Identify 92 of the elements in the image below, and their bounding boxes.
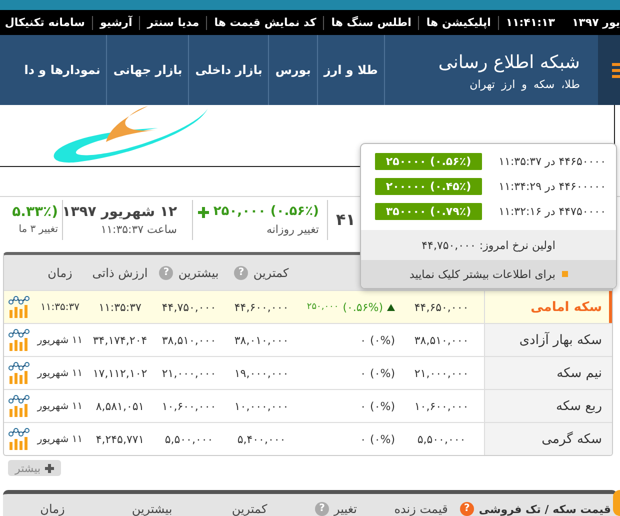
coin-name[interactable]: ربع سکه	[484, 390, 612, 422]
chart-icon	[8, 362, 30, 384]
coin-name[interactable]: سکه بهار آزادی	[484, 324, 612, 356]
top-link[interactable]: اطلس سنگ ها	[324, 16, 420, 30]
change-percent: (۰%)	[370, 366, 395, 380]
time-cell-text: ۱۱:۳۵:۳۷	[40, 300, 80, 314]
price-history-text: ۴۴۶۰۰۰۰۰ در ۱۱:۳۴:۲۹	[498, 180, 606, 193]
change-percent: (۰%)	[370, 400, 395, 412]
value-cell-text: ۱۱:۳۵:۳۷	[98, 300, 142, 316]
column-header: کمترین	[232, 502, 268, 516]
table-row[interactable]: سکه گرمی ۵,۵۰۰,۰۰۰ (۰%) ۰ ۵,۴۰۰,۰۰۰ ۵,۵۰۰,۰۰۰ ۴,۲۴۵,۷۷۱ ۱۱ شهریور	[4, 422, 612, 455]
site-title[interactable]: شبکه اطلاع رسانی	[385, 50, 580, 76]
nav-item[interactable]: طلا و ارز	[316, 35, 384, 105]
time-cell-text: ۱۱ شهریور	[36, 432, 84, 446]
summary-caption: ساعت ۱۱:۳۵:۳۷	[100, 222, 177, 238]
table-row[interactable]: ربع سکه ۱۰,۶۰۰,۰۰۰ (۰%) ۰ ۱۰,۰۰۰,۰۰۰ ۱۰,۶۰۰,۰۰۰ ۸,۵۸۱,۰۵۱ ۱۱ شهریور	[4, 389, 612, 422]
price-cell-text: ۱۰,۶۰۰,۰۰۰	[413, 398, 470, 414]
column-header: بیشترین	[132, 502, 172, 516]
change-amount: ۰	[360, 432, 366, 446]
chart-icon	[8, 428, 30, 450]
chart-icon	[8, 296, 30, 318]
table-row[interactable]: سکه امامی ۴۴,۶۵۰,۰۰۰ (۰.۵۶%) ۲۵۰,۰۰۰ ۴۴,۶۰۰,۰۰۰ ۴۴,۷۵۰,۰۰۰ ۱۱:۳۵:۳۷ ۱۱:۳۵:۳۷	[4, 290, 612, 323]
high-cell-text: ۴۴,۷۵۰,۰۰۰	[160, 300, 218, 316]
round-marker	[613, 490, 620, 516]
summary-caption: تغییر روزانه	[265, 222, 319, 238]
nav-item[interactable]: بورس	[268, 35, 317, 105]
low-cell-text: ۳۸,۰۱۰,۰۰۰	[233, 332, 290, 348]
price-cell-text: ۳۸,۵۱۰,۰۰۰	[413, 332, 470, 348]
change-percent: (۰%)	[370, 432, 395, 446]
bullet-icon	[562, 271, 568, 277]
change-amount: ۰	[360, 400, 366, 412]
top-link[interactable]: سامانه تکنیکال	[0, 16, 93, 30]
value-cell-text: ۸,۵۸۱,۰۵۱	[94, 398, 146, 414]
time-cell-text: ۱۱ شهریور	[36, 400, 84, 414]
column-header: زمان	[40, 502, 65, 516]
column-header: تغییر	[334, 502, 357, 516]
chart-icon	[8, 329, 30, 351]
time-cell-text: ۱۱ شهریور	[36, 366, 84, 380]
table-row[interactable]: نیم سکه ۲۱,۰۰۰,۰۰۰ (۰%) ۰ ۱۹,۰۰۰,۰۰۰ ۲۱,۰۰۰,۰۰۰ ۱۷,۱۱۲,۱۰۲ ۱۱ شهریور	[4, 356, 612, 389]
column-header: قیمت زنده	[394, 502, 448, 516]
high-cell-text: ۵,۵۰۰,۰۰۰	[164, 432, 214, 448]
column-header: ارزش ذاتی	[92, 266, 148, 280]
summary-value: ۵.۳۳٪)	[12, 203, 58, 222]
clock-text: ۱۱:۴۱:۱۳	[504, 16, 556, 30]
section-title: قیمت سکه / تک فروشی	[478, 502, 611, 516]
value-cell-text: ۳۴,۱۷۴,۲۰۴	[92, 332, 148, 348]
value-cell-text: ۴,۲۴۵,۷۷۱	[94, 432, 146, 448]
top-link[interactable]: اپلیکیشن ها	[419, 16, 499, 30]
change-badge: ۲۵۰۰۰۰ (۰.۵۶٪)	[375, 153, 482, 170]
top-link[interactable]: مدیا سنتر	[140, 16, 208, 30]
top-link[interactable]: کد نمایش قیمت ها	[207, 16, 324, 30]
chart-icon	[8, 395, 30, 417]
plus-icon	[44, 464, 54, 472]
change-badge: ۲۰۰۰۰۰ (۰.۴۵٪)	[375, 178, 482, 195]
nav-item[interactable]: نمودارها و دا	[24, 35, 106, 105]
summary-value: ۱۲ شهریور ۱۳۹۷	[62, 203, 177, 222]
low-cell-text: ۱۹,۰۰۰,۰۰۰	[233, 366, 290, 382]
table-row[interactable]: سکه بهار آزادی ۳۸,۵۱۰,۰۰۰ (۰%) ۰ ۳۸,۰۱۰,۰۰۰ ۳۸,۵۱۰,۰۰۰ ۳۴,۱۷۴,۲۰۴ ۱۱ شهریور	[4, 323, 612, 356]
site-subtitle: طلا، سکه و ارز تهران	[468, 78, 580, 90]
summary-value: ۲۵۰,۰۰۰ (۰.۵۶٪)	[213, 203, 319, 221]
nav-item[interactable]: بازار جهانی	[106, 35, 188, 105]
time-cell-text: ۱۱ شهریور	[36, 334, 84, 348]
value-cell-text: ۱۷,۱۱۲,۱۰۲	[92, 366, 148, 382]
high-cell-text: ۱۰,۶۰۰,۰۰۰	[160, 398, 218, 414]
coin-name[interactable]: نیم سکه	[484, 357, 612, 389]
price-cell-text: ۵,۵۰۰,۰۰۰	[416, 432, 467, 448]
high-cell-text: ۲۱,۰۰۰,۰۰۰	[160, 366, 218, 382]
change-badge: ۳۵۰۰۰۰ (۰.۷۹٪)	[375, 203, 482, 220]
column-header: زمان	[48, 266, 72, 280]
summary-caption: تغییر ۳ ما	[18, 223, 58, 237]
price-cell-text: ۲۱,۰۰۰,۰۰۰	[413, 366, 470, 382]
change-amount: ۰	[360, 366, 366, 380]
first-rate-text: اولین نرخ امروز: ۴۴,۷۵۰,۰۰۰	[361, 230, 616, 260]
change-amount: ۲۵۰,۰۰۰	[306, 302, 339, 312]
high-cell-text: ۳۸,۵۱۰,۰۰۰	[160, 332, 218, 348]
change-amount: ۰	[360, 334, 366, 346]
price-history-text: ۴۴۷۵۰۰۰۰ در ۱۱:۳۲:۱۶	[498, 205, 606, 218]
low-cell-text: ۵,۴۰۰,۰۰۰	[236, 432, 287, 448]
price-history-text: ۴۴۶۵۰۰۰۰ در ۱۱:۳۵:۳۷	[498, 155, 606, 168]
summary-value: ۴۱	[336, 210, 356, 230]
column-header: بیشترین	[178, 266, 219, 280]
nav-item[interactable]: بازار داخلی	[188, 35, 268, 105]
low-cell-text: ۱۰,۰۰۰,۰۰۰	[233, 398, 290, 414]
change-percent: (۰%)	[370, 334, 395, 346]
coin-name[interactable]: سکه گرمی	[484, 423, 612, 455]
change-percent: (۰.۵۶%)	[342, 300, 383, 314]
menu-icon	[612, 61, 620, 79]
date-text: یور ۱۳۹۷	[570, 16, 620, 30]
price-cell-text: ۴۴,۶۵۰,۰۰۰	[413, 300, 470, 316]
top-link[interactable]: آرشیو	[92, 16, 140, 30]
column-header: کمترین	[253, 266, 289, 280]
low-cell-text: ۴۴,۶۰۰,۰۰۰	[233, 300, 290, 316]
